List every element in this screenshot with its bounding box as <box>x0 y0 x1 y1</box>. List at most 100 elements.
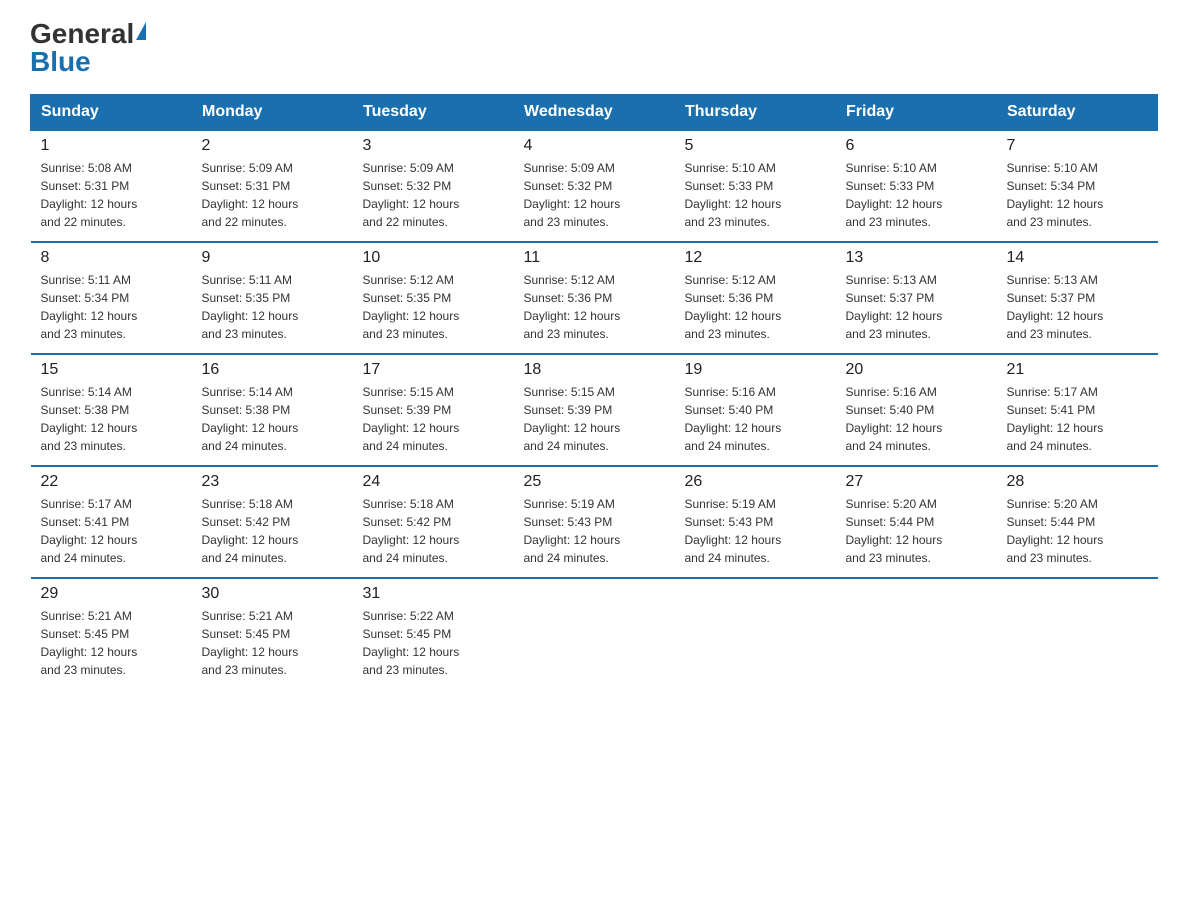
calendar-week-row: 22 Sunrise: 5:17 AMSunset: 5:41 PMDayligh… <box>31 466 1158 578</box>
calendar-day-cell <box>836 578 997 689</box>
calendar-day-cell: 7 Sunrise: 5:10 AMSunset: 5:34 PMDaylight… <box>997 130 1158 242</box>
calendar-day-cell: 24 Sunrise: 5:18 AMSunset: 5:42 PMDayligh… <box>353 466 514 578</box>
calendar-day-cell: 27Sunrise: 5:20 AMSunset: 5:44 PMDayligh… <box>836 466 997 578</box>
day-sun-info: Sunrise: 5:21 AMSunset: 5:45 PMDaylight:… <box>202 607 343 679</box>
day-sun-info: Sunrise: 5:13 AMSunset: 5:37 PMDaylight:… <box>846 271 987 343</box>
day-number: 18 <box>524 361 665 379</box>
day-sun-info: Sunrise: 5:14 AMSunset: 5:38 PMDaylight:… <box>41 383 182 455</box>
calendar-day-cell <box>997 578 1158 689</box>
calendar-day-cell: 10Sunrise: 5:12 AMSunset: 5:35 PMDayligh… <box>353 242 514 354</box>
calendar-day-cell: 31 Sunrise: 5:22 AMSunset: 5:45 PMDayligh… <box>353 578 514 689</box>
calendar-day-cell: 16 Sunrise: 5:14 AMSunset: 5:38 PMDayligh… <box>192 354 353 466</box>
calendar-day-cell: 3 Sunrise: 5:09 AMSunset: 5:32 PMDaylight… <box>353 130 514 242</box>
weekday-header-friday: Friday <box>836 95 997 131</box>
logo-general-text: General <box>30 20 134 48</box>
day-sun-info: Sunrise: 5:22 AMSunset: 5:45 PMDaylight:… <box>363 607 504 679</box>
day-number: 28 <box>1007 473 1148 491</box>
day-sun-info: Sunrise: 5:17 AMSunset: 5:41 PMDaylight:… <box>1007 383 1148 455</box>
day-sun-info: Sunrise: 5:17 AMSunset: 5:41 PMDaylight:… <box>41 495 182 567</box>
calendar-day-cell: 21 Sunrise: 5:17 AMSunset: 5:41 PMDayligh… <box>997 354 1158 466</box>
day-number: 27 <box>846 473 987 491</box>
calendar-week-row: 1 Sunrise: 5:08 AMSunset: 5:31 PMDaylight… <box>31 130 1158 242</box>
day-sun-info: Sunrise: 5:18 AMSunset: 5:42 PMDaylight:… <box>202 495 343 567</box>
weekday-header-monday: Monday <box>192 95 353 131</box>
calendar-day-cell: 12 Sunrise: 5:12 AMSunset: 5:36 PMDayligh… <box>675 242 836 354</box>
calendar-week-row: 29 Sunrise: 5:21 AMSunset: 5:45 PMDayligh… <box>31 578 1158 689</box>
day-sun-info: Sunrise: 5:10 AMSunset: 5:34 PMDaylight:… <box>1007 159 1148 231</box>
calendar-day-cell: 6Sunrise: 5:10 AMSunset: 5:33 PMDaylight… <box>836 130 997 242</box>
day-sun-info: Sunrise: 5:16 AMSunset: 5:40 PMDaylight:… <box>685 383 826 455</box>
calendar-day-cell: 26Sunrise: 5:19 AMSunset: 5:43 PMDayligh… <box>675 466 836 578</box>
day-sun-info: Sunrise: 5:14 AMSunset: 5:38 PMDaylight:… <box>202 383 343 455</box>
calendar-table: SundayMondayTuesdayWednesdayThursdayFrid… <box>30 94 1158 689</box>
day-number: 29 <box>41 585 182 603</box>
day-number: 8 <box>41 249 182 267</box>
day-number: 21 <box>1007 361 1148 379</box>
calendar-day-cell: 15 Sunrise: 5:14 AMSunset: 5:38 PMDayligh… <box>31 354 192 466</box>
calendar-day-cell: 5 Sunrise: 5:10 AMSunset: 5:33 PMDaylight… <box>675 130 836 242</box>
calendar-day-cell: 14Sunrise: 5:13 AMSunset: 5:37 PMDayligh… <box>997 242 1158 354</box>
day-sun-info: Sunrise: 5:08 AMSunset: 5:31 PMDaylight:… <box>41 159 182 231</box>
calendar-week-row: 15 Sunrise: 5:14 AMSunset: 5:38 PMDayligh… <box>31 354 1158 466</box>
calendar-day-cell: 11 Sunrise: 5:12 AMSunset: 5:36 PMDayligh… <box>514 242 675 354</box>
day-sun-info: Sunrise: 5:19 AMSunset: 5:43 PMDaylight:… <box>524 495 665 567</box>
calendar-day-cell: 13 Sunrise: 5:13 AMSunset: 5:37 PMDayligh… <box>836 242 997 354</box>
weekday-header-row: SundayMondayTuesdayWednesdayThursdayFrid… <box>31 95 1158 131</box>
day-number: 17 <box>363 361 504 379</box>
day-number: 2 <box>202 137 343 155</box>
day-sun-info: Sunrise: 5:18 AMSunset: 5:42 PMDaylight:… <box>363 495 504 567</box>
page-header: General Blue <box>30 20 1158 76</box>
calendar-day-cell: 8 Sunrise: 5:11 AMSunset: 5:34 PMDaylight… <box>31 242 192 354</box>
weekday-header-wednesday: Wednesday <box>514 95 675 131</box>
day-sun-info: Sunrise: 5:12 AMSunset: 5:36 PMDaylight:… <box>685 271 826 343</box>
day-sun-info: Sunrise: 5:20 AMSunset: 5:44 PMDaylight:… <box>1007 495 1148 567</box>
day-number: 25 <box>524 473 665 491</box>
day-number: 1 <box>41 137 182 155</box>
day-number: 15 <box>41 361 182 379</box>
calendar-day-cell: 4 Sunrise: 5:09 AMSunset: 5:32 PMDaylight… <box>514 130 675 242</box>
day-number: 24 <box>363 473 504 491</box>
calendar-day-cell: 28 Sunrise: 5:20 AMSunset: 5:44 PMDayligh… <box>997 466 1158 578</box>
day-sun-info: Sunrise: 5:11 AMSunset: 5:34 PMDaylight:… <box>41 271 182 343</box>
weekday-header-thursday: Thursday <box>675 95 836 131</box>
day-number: 16 <box>202 361 343 379</box>
logo-triangle-icon <box>136 22 146 40</box>
day-number: 7 <box>1007 137 1148 155</box>
day-number: 31 <box>363 585 504 603</box>
day-sun-info: Sunrise: 5:15 AMSunset: 5:39 PMDaylight:… <box>524 383 665 455</box>
day-sun-info: Sunrise: 5:09 AMSunset: 5:32 PMDaylight:… <box>524 159 665 231</box>
day-number: 11 <box>524 249 665 267</box>
weekday-header-saturday: Saturday <box>997 95 1158 131</box>
calendar-day-cell: 23Sunrise: 5:18 AMSunset: 5:42 PMDayligh… <box>192 466 353 578</box>
calendar-week-row: 8 Sunrise: 5:11 AMSunset: 5:34 PMDaylight… <box>31 242 1158 354</box>
day-number: 4 <box>524 137 665 155</box>
day-number: 9 <box>202 249 343 267</box>
day-number: 30 <box>202 585 343 603</box>
calendar-day-cell: 30 Sunrise: 5:21 AMSunset: 5:45 PMDayligh… <box>192 578 353 689</box>
calendar-day-cell <box>675 578 836 689</box>
day-number: 13 <box>846 249 987 267</box>
calendar-day-cell: 2Sunrise: 5:09 AMSunset: 5:31 PMDaylight… <box>192 130 353 242</box>
day-sun-info: Sunrise: 5:13 AMSunset: 5:37 PMDaylight:… <box>1007 271 1148 343</box>
calendar-day-cell: 22 Sunrise: 5:17 AMSunset: 5:41 PMDayligh… <box>31 466 192 578</box>
calendar-day-cell: 19 Sunrise: 5:16 AMSunset: 5:40 PMDayligh… <box>675 354 836 466</box>
calendar-day-cell: 29Sunrise: 5:21 AMSunset: 5:45 PMDayligh… <box>31 578 192 689</box>
day-sun-info: Sunrise: 5:16 AMSunset: 5:40 PMDaylight:… <box>846 383 987 455</box>
day-sun-info: Sunrise: 5:19 AMSunset: 5:43 PMDaylight:… <box>685 495 826 567</box>
calendar-day-cell <box>514 578 675 689</box>
day-sun-info: Sunrise: 5:10 AMSunset: 5:33 PMDaylight:… <box>685 159 826 231</box>
day-number: 12 <box>685 249 826 267</box>
day-number: 6 <box>846 137 987 155</box>
day-sun-info: Sunrise: 5:12 AMSunset: 5:36 PMDaylight:… <box>524 271 665 343</box>
calendar-day-cell: 20Sunrise: 5:16 AMSunset: 5:40 PMDayligh… <box>836 354 997 466</box>
day-number: 19 <box>685 361 826 379</box>
weekday-header-tuesday: Tuesday <box>353 95 514 131</box>
day-number: 5 <box>685 137 826 155</box>
calendar-day-cell: 9Sunrise: 5:11 AMSunset: 5:35 PMDaylight… <box>192 242 353 354</box>
weekday-header-sunday: Sunday <box>31 95 192 131</box>
day-number: 22 <box>41 473 182 491</box>
calendar-day-cell: 18 Sunrise: 5:15 AMSunset: 5:39 PMDayligh… <box>514 354 675 466</box>
day-number: 3 <box>363 137 504 155</box>
day-sun-info: Sunrise: 5:09 AMSunset: 5:32 PMDaylight:… <box>363 159 504 231</box>
day-number: 10 <box>363 249 504 267</box>
